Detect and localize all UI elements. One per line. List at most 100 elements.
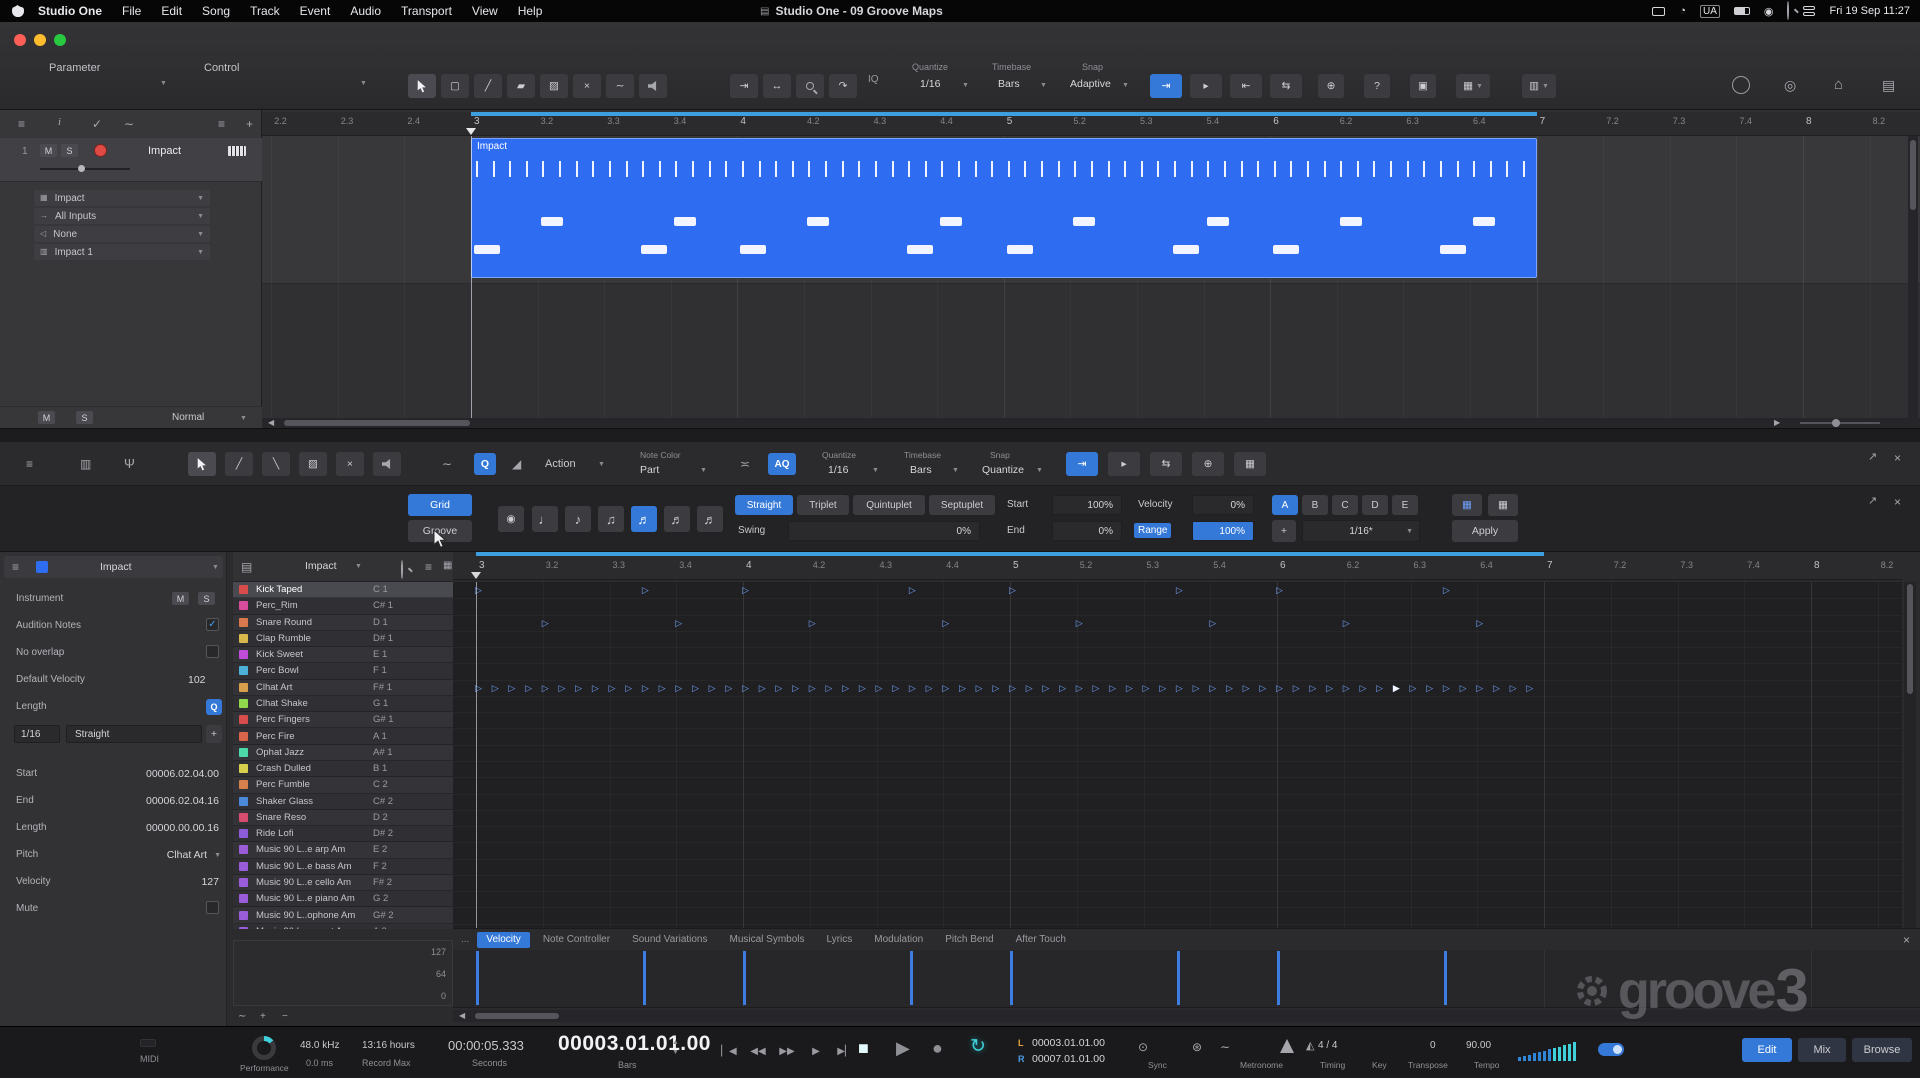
note-color-value-dropdown[interactable]: Part [640, 464, 659, 476]
feel-mode-triplet[interactable]: Triplet [797, 495, 849, 515]
automation-mode-caret-icon[interactable]: ▼ [240, 415, 247, 422]
play-from-button[interactable]: ▶ [803, 1041, 829, 1061]
keyboard-display-icon[interactable]: ▦ [1452, 494, 1482, 516]
drum-note[interactable]: ▷ [1326, 683, 1333, 693]
drum-note[interactable]: ▷ [1042, 683, 1049, 693]
secondary-time[interactable]: 00:00:05.333 [448, 1038, 524, 1053]
menu-song[interactable]: Song [192, 0, 240, 22]
groove-preset-dropdown[interactable]: 1/16* ▼ [1302, 520, 1420, 542]
add-track-icon[interactable]: + [246, 118, 253, 130]
drum-note[interactable]: ▷ [1009, 586, 1016, 595]
drum-row-clhat-art[interactable]: Clhat Art F# 1 [233, 679, 453, 696]
track-expand-icon[interactable]: ↔ [763, 74, 791, 98]
editor-snap-dropdown[interactable]: Quantize [982, 464, 1024, 476]
drum-note[interactable]: ▷ [775, 683, 782, 693]
drum-note[interactable]: ▷ [709, 683, 716, 693]
instrument-solo-button[interactable]: S [198, 592, 215, 605]
drum-note[interactable]: ▷ [1126, 683, 1133, 693]
lane-hscroll[interactable]: ◀ [453, 1010, 1920, 1022]
automation-mode-dropdown[interactable]: Normal [172, 412, 204, 423]
editor-snap-caret-icon[interactable]: ▼ [1036, 467, 1043, 474]
drum-row-perc-bowl[interactable]: Perc Bowl F 1 [233, 663, 453, 680]
arrange-hscroll-thumb[interactable] [284, 420, 470, 426]
close-window-button[interactable] [14, 34, 26, 46]
drum-row-music-90-l-ophone-am[interactable]: Music 90 L..ophone Am G# 2 [233, 907, 453, 924]
main-time-display[interactable]: 00003.01.01.00 [558, 1032, 711, 1056]
groove-slot-d[interactable]: D [1362, 495, 1388, 515]
menu-track[interactable]: Track [240, 0, 290, 22]
drum-note[interactable]: ▷ [909, 683, 916, 693]
waveform-icon[interactable]: ∼ [1220, 1041, 1230, 1053]
menu-studio-one[interactable]: Studio One [28, 0, 112, 22]
groove-slot-b[interactable]: B [1302, 495, 1328, 515]
track-record-button[interactable] [94, 144, 107, 157]
graph-remove-icon[interactable]: − [282, 1012, 288, 1022]
drum-row-ophat-jazz[interactable]: Ophat Jazz A# 1 [233, 744, 453, 761]
parameter-caret-icon[interactable]: ▼ [160, 80, 167, 87]
time-signature[interactable]: 4 / 4 [1318, 1040, 1337, 1051]
track-io-row-none[interactable]: ◁ None ▼ [34, 226, 210, 242]
arrange-zoom-slider[interactable] [1800, 422, 1880, 424]
feel-mode-septuplet[interactable]: Septuplet [929, 495, 995, 515]
battery-icon[interactable] [1733, 7, 1750, 15]
metronome-icon[interactable] [1280, 1039, 1294, 1053]
paint-tool[interactable]: ▨ [540, 74, 568, 98]
track-solo-button[interactable]: S [61, 144, 78, 157]
drum-note[interactable]: ▷ [1092, 683, 1099, 693]
drum-note[interactable]: ▷ [1460, 683, 1467, 693]
no-overlap-checkbox[interactable] [206, 645, 219, 658]
velocity-mini-graph[interactable]: 127 64 0 [233, 940, 453, 1006]
drum-note[interactable]: ▷ [1009, 683, 1016, 693]
drum-note[interactable]: ▷ [1510, 683, 1517, 693]
track-io-row-impact[interactable]: ▦ Impact ▼ [34, 190, 210, 206]
loop-button[interactable]: ↻ [970, 1037, 986, 1056]
lane-tab-modulation[interactable]: Modulation [865, 932, 932, 948]
mute-tool[interactable]: × [573, 74, 601, 98]
drum-note[interactable]: ▷ [625, 683, 632, 693]
piano-roll[interactable]: ▷ ▷ ▷ ▷ ▷ ▷ ▷ ▷ ▷ ▷ ▷ ▷ ▷ ▷ ▷ ▷ ▷ ▷ ▷ ▷ ▷ ▷ ▷ ▷ ▷ ▷ ▷ ▷ ▷ ▷ ▷ ▷ ▷ ▷ ▷ ▷ ▷ ▷ ▷ ▷… [453, 582, 1902, 928]
ed-paint-tool[interactable]: ▨ [299, 452, 327, 476]
drum-note[interactable]: ▷ [1109, 683, 1116, 693]
instrument-editor-icon[interactable] [228, 146, 246, 156]
lane-tab-sound-variations[interactable]: Sound Variations [623, 932, 716, 948]
menu-transport[interactable]: Transport [391, 0, 462, 22]
pitch-filter-icon[interactable]: ≡ [425, 561, 432, 573]
performance-meter[interactable] [252, 1036, 276, 1060]
pitch-list-icon[interactable]: ▤ [241, 561, 252, 573]
menu-file[interactable]: File [112, 0, 151, 22]
pitch-search-icon[interactable] [401, 560, 403, 579]
note-value-1[interactable]: ♪ [565, 506, 591, 532]
drum-note[interactable]: ▷ [642, 683, 649, 693]
velocity-field[interactable]: 0% [1192, 495, 1254, 515]
precount-icon[interactable]: ⊙ [1138, 1041, 1148, 1053]
audition-notes-checkbox[interactable]: ✓ [206, 618, 219, 631]
menu-event[interactable]: Event [290, 0, 341, 22]
drum-note[interactable]: ▷ [642, 586, 649, 595]
play-button[interactable]: ▶ [896, 1039, 910, 1057]
drum-row-kick-taped[interactable]: Kick Taped C 1 [233, 582, 453, 599]
part-name-caret-icon[interactable]: ▼ [212, 564, 219, 571]
drum-note[interactable]: ▷ [1159, 683, 1166, 693]
autoscroll-icon[interactable]: ⇥ [730, 74, 758, 98]
velocity-bar[interactable] [909, 951, 913, 1005]
piano-view-icon[interactable]: ▥ [80, 458, 91, 470]
velocity-bar[interactable] [642, 951, 646, 1005]
drum-note[interactable]: ▷ [976, 683, 983, 693]
loop-start-time[interactable]: 00003.01.01.00 [1032, 1037, 1105, 1049]
drum-note[interactable]: ▷ [675, 683, 682, 693]
drum-note[interactable]: ▷ [1176, 683, 1183, 693]
apple-menu-icon[interactable] [12, 5, 24, 17]
return-to-start-button[interactable]: ▏◀ [716, 1041, 742, 1061]
accent-flag-icon[interactable]: ◭ [1306, 1041, 1314, 1052]
drum-note[interactable]: ▷ [1476, 618, 1483, 628]
menu-view[interactable]: View [462, 0, 508, 22]
length-feel-dropdown[interactable]: Straight [66, 725, 202, 743]
editor-ruler[interactable]: 3 3.2 3.3 3.4 4 4.2 4.3 4.4 5 5.2 5.3 5.4 6 6.2 6.3 6.4… [453, 552, 1902, 580]
drum-note[interactable]: ▷ [609, 683, 616, 693]
control-dropdown[interactable]: Control [204, 62, 239, 74]
lane-scroll-left-icon[interactable]: ◀ [459, 1012, 465, 1020]
stop-button[interactable]: ■ [858, 1039, 869, 1057]
lane-tab-lyrics[interactable]: Lyrics [818, 932, 862, 948]
arrange-vscroll-thumb[interactable] [1910, 140, 1916, 210]
drum-note[interactable]: ▷ [1443, 683, 1450, 693]
